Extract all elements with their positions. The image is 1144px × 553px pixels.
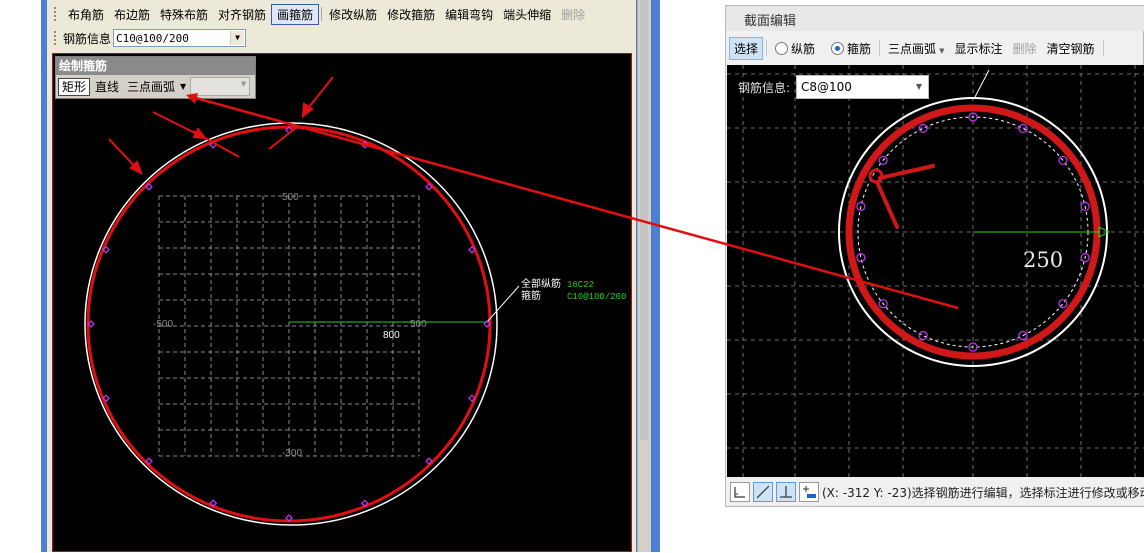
edge-rebar-button[interactable]: 布边筋 — [109, 5, 155, 24]
line-tool-icon[interactable] — [753, 482, 773, 502]
chevron-down-icon: ▼ — [915, 82, 922, 91]
rectangle-option[interactable]: 矩形 — [58, 77, 91, 96]
right-section-drawing: 250 — [727, 65, 1144, 477]
stirrup-radio[interactable]: 箍筋 — [826, 37, 876, 60]
section-edit-toolbar: 选择 纵筋 箍筋 三点画弧 ▼ 显示标注 删除 清空钢筋 — [726, 34, 1144, 62]
edit-hook-button[interactable]: 编辑弯钩 — [440, 5, 498, 24]
add-point-icon[interactable] — [799, 482, 819, 502]
toolbar-separator — [879, 40, 881, 56]
left-drawing-canvas[interactable]: 500 -500 500 -300 800 全部纵筋 16C22 箍筋 C10@… — [52, 53, 632, 552]
corner-rebar-button[interactable]: 布角筋 — [63, 5, 109, 24]
rebar-toolbar: 布角筋 布边筋 特殊布筋 对齐钢筋 画箍筋 修改纵筋 修改箍筋 编辑弯钩 端头伸… — [52, 3, 634, 25]
callout-label-longitudinal: 全部纵筋 — [521, 277, 561, 290]
longitudinal-radio[interactable]: 纵筋 — [770, 37, 820, 60]
status-bar: (X: -312 Y: -23)选择钢筋进行编辑，选择标注进行修改或移动 — [727, 478, 1144, 506]
left-section-drawing: 500 -500 500 -300 800 全部纵筋 16C22 箍筋 C10@… — [84, 76, 626, 526]
select-button[interactable]: 选择 — [729, 36, 764, 60]
perpendicular-icon[interactable] — [776, 482, 796, 502]
stirrup-radio-label: 箍筋 — [847, 41, 872, 56]
draw-stirrup-button[interactable]: 画箍筋 — [271, 3, 320, 25]
grid-lines — [727, 65, 1144, 477]
steel-info-label: 钢筋信息: — [738, 81, 791, 95]
scrollbar-thumb[interactable] — [640, 0, 648, 440]
radio-icon — [775, 41, 789, 55]
edit-longitudinal-button[interactable]: 修改纵筋 — [324, 5, 382, 24]
clear-rebar-button[interactable]: 清空钢筋 — [1041, 37, 1099, 60]
radius-label: 250 — [1023, 248, 1063, 272]
toolbar-grip[interactable] — [54, 31, 59, 45]
rebar-marker[interactable] — [856, 252, 866, 263]
end-extend-button[interactable]: 端头伸缩 — [498, 5, 556, 24]
chevron-down-icon[interactable]: ▼ — [230, 31, 245, 45]
callout-label-stirrup: 箍筋 — [521, 289, 541, 302]
steel-info-select[interactable]: C8@100 ▼ — [796, 75, 929, 99]
callout-value-stirrup: C10@100/200 — [567, 292, 626, 302]
status-text: (X: -312 Y: -23)选择钢筋进行编辑，选择标注进行修改或移动 — [822, 485, 1144, 500]
show-annotation-button[interactable]: 显示标注 — [949, 37, 1007, 60]
chevron-down-icon: ▼ — [939, 46, 945, 55]
chevron-down-icon: ▼ — [240, 80, 247, 88]
line-option[interactable]: 直线 — [92, 79, 122, 95]
three-point-arc-label: 三点画弧 — [888, 41, 937, 56]
dimension-label: 800 — [383, 330, 400, 341]
draw-panel-title: 绘制箍筋 — [56, 57, 255, 75]
grid-lines — [158, 195, 420, 457]
rebar-marker[interactable] — [1058, 299, 1068, 309]
toolbar-separator — [766, 40, 768, 56]
steel-info-value: C8@100 — [801, 80, 852, 94]
toolbar-separator — [321, 7, 323, 21]
window-border — [651, 0, 660, 552]
callout-value-longitudinal: 16C22 — [567, 280, 594, 290]
steel-info-select[interactable]: C10@100/200 ▼ — [113, 29, 247, 47]
longitudinal-radio-label: 纵筋 — [791, 41, 816, 56]
steel-info-value: C10@100/200 — [116, 32, 189, 45]
steel-info-label: 钢筋信息 — [63, 31, 112, 46]
section-edit-canvas[interactable]: 250 — [727, 65, 1144, 477]
callout-leader — [486, 285, 520, 323]
delete-button[interactable]: 删除 — [556, 5, 590, 24]
chevron-down-icon[interactable]: ▼ — [180, 82, 186, 91]
grid-label-left: -500 — [153, 319, 173, 330]
special-rebar-button[interactable]: 特殊布筋 — [155, 5, 213, 24]
stirrup-hook[interactable] — [868, 164, 935, 229]
align-rebar-button[interactable]: 对齐钢筋 — [213, 5, 271, 24]
toolbar-grip[interactable] — [54, 7, 59, 21]
three-point-arc-dropdown[interactable]: 三点画弧 ▼ — [883, 37, 949, 60]
toolbar-separator — [1102, 40, 1104, 56]
rebar-marker[interactable] — [918, 331, 928, 341]
draw-stirrup-panel: 绘制箍筋 矩形 直线 三点画弧 ▼ ▼ — [55, 56, 256, 99]
radio-selected-icon — [831, 41, 845, 55]
section-edit-titlebar: 截面编辑 — [726, 6, 1144, 31]
grid-label-bottom: -300 — [282, 448, 302, 459]
edit-stirrup-button[interactable]: 修改箍筋 — [382, 5, 440, 24]
three-point-arc-option[interactable]: 三点画弧 — [124, 79, 178, 95]
grid-label-right: 500 — [410, 319, 427, 330]
grid-label-top: 500 — [282, 192, 299, 203]
orthogonal-snap-icon[interactable] — [730, 482, 750, 502]
delete-rebar-button[interactable]: 删除 — [1007, 37, 1041, 60]
steel-info-toolbar: 钢筋信息 C10@100/200 ▼ — [52, 27, 247, 49]
arc-mode-select[interactable]: ▼ — [190, 77, 251, 96]
window-title: 截面编辑 — [744, 14, 797, 29]
